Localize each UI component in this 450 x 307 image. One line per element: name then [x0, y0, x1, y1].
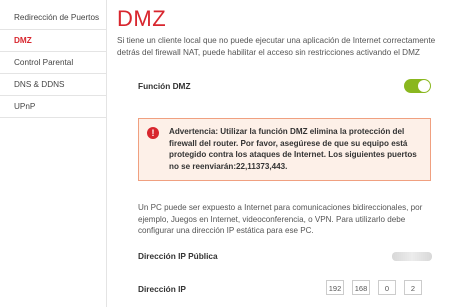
- dmz-toggle[interactable]: [404, 79, 431, 93]
- sidebar-item-parental-control[interactable]: Control Parental: [0, 52, 106, 74]
- public-ip-value-redacted: [392, 252, 432, 261]
- warning-text: Advertencia: Utilizar la función DMZ eli…: [169, 127, 417, 171]
- ip-address-label: Dirección IP: [138, 284, 186, 294]
- dmz-function-label: Función DMZ: [138, 81, 191, 91]
- page-title: DMZ: [117, 6, 167, 31]
- ip-octet-3[interactable]: 0: [378, 280, 396, 295]
- sidebar-item-port-forwarding[interactable]: Redirección de Puertos: [0, 7, 106, 30]
- page-description: Si tiene un cliente local que no puede e…: [117, 36, 436, 57]
- sidebar: Redirección de Puertos DMZ Control Paren…: [0, 0, 107, 307]
- ip-octet-4[interactable]: 2: [404, 280, 422, 295]
- ip-address-inputs: 192 168 0 2: [326, 280, 422, 295]
- sidebar-item-dmz[interactable]: DMZ: [0, 30, 106, 52]
- warning-box: ! Advertencia: Utilizar la función DMZ e…: [138, 118, 431, 181]
- main-content: DMZ Si tiene un cliente local que no pue…: [113, 0, 445, 307]
- ip-octet-1[interactable]: 192: [326, 280, 344, 295]
- exclamation-icon: !: [147, 127, 159, 139]
- ip-octet-2[interactable]: 168: [352, 280, 370, 295]
- public-ip-label: Dirección IP Pública: [138, 251, 218, 261]
- sidebar-item-upnp[interactable]: UPnP: [0, 96, 106, 118]
- toggle-knob: [418, 80, 430, 92]
- sidebar-item-dns-ddns[interactable]: DNS & DDNS: [0, 74, 106, 96]
- info-text: Un PC puede ser expuesto a Internet para…: [138, 203, 423, 235]
